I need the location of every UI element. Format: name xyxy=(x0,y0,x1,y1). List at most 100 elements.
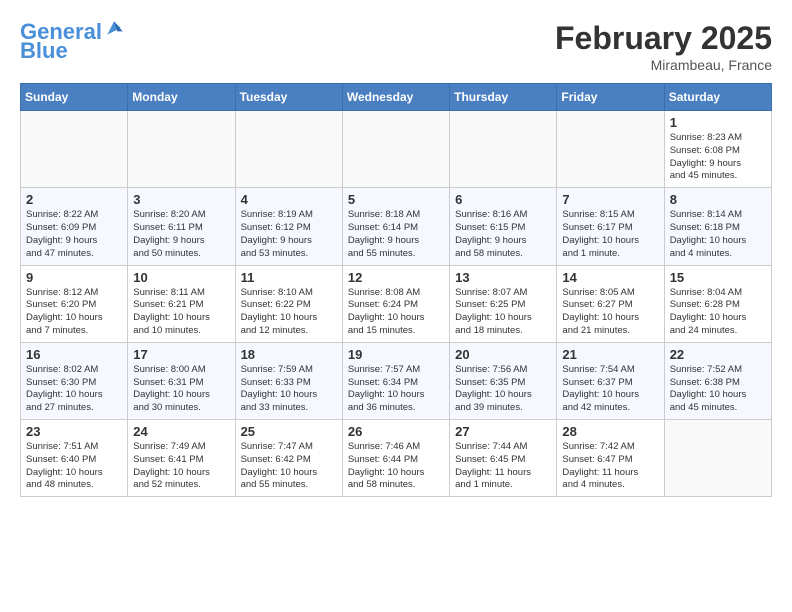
calendar-table: SundayMondayTuesdayWednesdayThursdayFrid… xyxy=(20,83,772,497)
day-number: 26 xyxy=(348,424,444,439)
day-info: Sunrise: 7:56 AM Sunset: 6:35 PM Dayligh… xyxy=(455,364,551,415)
day-number: 25 xyxy=(241,424,337,439)
day-number: 18 xyxy=(241,347,337,362)
day-number: 23 xyxy=(26,424,122,439)
day-number: 28 xyxy=(562,424,658,439)
week-row-5: 23 Sunrise: 7:51 AM Sunset: 6:40 PM Dayli… xyxy=(21,420,772,497)
day-info: Sunrise: 7:46 AM Sunset: 6:44 PM Dayligh… xyxy=(348,441,444,492)
day-cell: 7Sunrise: 8:15 AM Sunset: 6:17 PM Daylig… xyxy=(557,188,664,265)
weekday-header-tuesday: Tuesday xyxy=(235,84,342,111)
day-info: Sunrise: 7:59 AM Sunset: 6:33 PM Dayligh… xyxy=(241,364,337,415)
day-info: Sunrise: 7:51 AM Sunset: 6:40 PM Dayligh… xyxy=(26,441,122,492)
day-cell: 23 Sunrise: 7:51 AM Sunset: 6:40 PM Dayli… xyxy=(21,420,128,497)
day-info: Sunrise: 8:20 AM Sunset: 6:11 PM Dayligh… xyxy=(133,209,229,260)
day-cell xyxy=(21,111,128,188)
day-number: 13 xyxy=(455,270,551,285)
day-cell: 17 Sunrise: 8:00 AM Sunset: 6:31 PM Dayli… xyxy=(128,342,235,419)
day-cell: 10Sunrise: 8:11 AM Sunset: 6:21 PM Dayli… xyxy=(128,265,235,342)
day-cell xyxy=(664,420,771,497)
day-cell: 8 Sunrise: 8:14 AM Sunset: 6:18 PM Daylig… xyxy=(664,188,771,265)
day-info: Sunrise: 8:07 AM Sunset: 6:25 PM Dayligh… xyxy=(455,287,551,338)
day-info: Sunrise: 7:49 AM Sunset: 6:41 PM Dayligh… xyxy=(133,441,229,492)
day-cell: 12 Sunrise: 8:08 AM Sunset: 6:24 PM Dayli… xyxy=(342,265,449,342)
week-row-3: 9 Sunrise: 8:12 AM Sunset: 6:20 PM Daylig… xyxy=(21,265,772,342)
day-cell: 25 Sunrise: 7:47 AM Sunset: 6:42 PM Dayli… xyxy=(235,420,342,497)
day-number: 14 xyxy=(562,270,658,285)
day-number: 16 xyxy=(26,347,122,362)
logo-icon xyxy=(104,18,124,38)
day-info: Sunrise: 7:42 AM Sunset: 6:47 PM Dayligh… xyxy=(562,441,658,492)
week-row-1: 1Sunrise: 8:23 AM Sunset: 6:08 PM Daylig… xyxy=(21,111,772,188)
day-cell: 24 Sunrise: 7:49 AM Sunset: 6:41 PM Dayli… xyxy=(128,420,235,497)
day-number: 8 xyxy=(670,192,766,207)
day-cell xyxy=(128,111,235,188)
day-cell: 28 Sunrise: 7:42 AM Sunset: 6:47 PM Dayli… xyxy=(557,420,664,497)
day-cell: 18 Sunrise: 7:59 AM Sunset: 6:33 PM Dayli… xyxy=(235,342,342,419)
day-cell: 6 Sunrise: 8:16 AM Sunset: 6:15 PM Daylig… xyxy=(450,188,557,265)
day-number: 11 xyxy=(241,270,337,285)
day-cell xyxy=(342,111,449,188)
day-cell: 27Sunrise: 7:44 AM Sunset: 6:45 PM Dayli… xyxy=(450,420,557,497)
day-cell: 14 Sunrise: 8:05 AM Sunset: 6:27 PM Dayli… xyxy=(557,265,664,342)
day-number: 10 xyxy=(133,270,229,285)
day-number: 2 xyxy=(26,192,122,207)
weekday-header-sunday: Sunday xyxy=(21,84,128,111)
day-cell: 3 Sunrise: 8:20 AM Sunset: 6:11 PM Daylig… xyxy=(128,188,235,265)
day-number: 3 xyxy=(133,192,229,207)
day-cell: 16Sunrise: 8:02 AM Sunset: 6:30 PM Dayli… xyxy=(21,342,128,419)
day-number: 17 xyxy=(133,347,229,362)
weekday-header-thursday: Thursday xyxy=(450,84,557,111)
week-row-4: 16Sunrise: 8:02 AM Sunset: 6:30 PM Dayli… xyxy=(21,342,772,419)
day-info: Sunrise: 8:12 AM Sunset: 6:20 PM Dayligh… xyxy=(26,287,122,338)
day-number: 7 xyxy=(562,192,658,207)
day-number: 22 xyxy=(670,347,766,362)
month-title: February 2025 xyxy=(555,20,772,57)
day-number: 24 xyxy=(133,424,229,439)
day-number: 9 xyxy=(26,270,122,285)
title-block: February 2025 Mirambeau, France xyxy=(555,20,772,73)
day-cell: 20 Sunrise: 7:56 AM Sunset: 6:35 PM Dayli… xyxy=(450,342,557,419)
day-cell: 19 Sunrise: 7:57 AM Sunset: 6:34 PM Dayli… xyxy=(342,342,449,419)
day-number: 1 xyxy=(670,115,766,130)
day-cell: 4 Sunrise: 8:19 AM Sunset: 6:12 PM Daylig… xyxy=(235,188,342,265)
day-cell: 21 Sunrise: 7:54 AM Sunset: 6:37 PM Dayli… xyxy=(557,342,664,419)
day-info: Sunrise: 7:44 AM Sunset: 6:45 PM Dayligh… xyxy=(455,441,551,492)
day-number: 6 xyxy=(455,192,551,207)
day-info: Sunrise: 8:05 AM Sunset: 6:27 PM Dayligh… xyxy=(562,287,658,338)
day-info: Sunrise: 8:10 AM Sunset: 6:22 PM Dayligh… xyxy=(241,287,337,338)
day-info: Sunrise: 8:18 AM Sunset: 6:14 PM Dayligh… xyxy=(348,209,444,260)
day-cell: 22 Sunrise: 7:52 AM Sunset: 6:38 PM Dayli… xyxy=(664,342,771,419)
day-info: Sunrise: 8:08 AM Sunset: 6:24 PM Dayligh… xyxy=(348,287,444,338)
logo: General Blue xyxy=(20,20,124,64)
week-row-2: 2Sunrise: 8:22 AM Sunset: 6:09 PM Daylig… xyxy=(21,188,772,265)
day-info: Sunrise: 7:54 AM Sunset: 6:37 PM Dayligh… xyxy=(562,364,658,415)
day-number: 5 xyxy=(348,192,444,207)
day-cell: 1Sunrise: 8:23 AM Sunset: 6:08 PM Daylig… xyxy=(664,111,771,188)
day-info: Sunrise: 7:47 AM Sunset: 6:42 PM Dayligh… xyxy=(241,441,337,492)
day-info: Sunrise: 8:19 AM Sunset: 6:12 PM Dayligh… xyxy=(241,209,337,260)
day-info: Sunrise: 7:52 AM Sunset: 6:38 PM Dayligh… xyxy=(670,364,766,415)
weekday-header-row: SundayMondayTuesdayWednesdayThursdayFrid… xyxy=(21,84,772,111)
day-info: Sunrise: 8:14 AM Sunset: 6:18 PM Dayligh… xyxy=(670,209,766,260)
day-cell: 13 Sunrise: 8:07 AM Sunset: 6:25 PM Dayli… xyxy=(450,265,557,342)
weekday-header-wednesday: Wednesday xyxy=(342,84,449,111)
weekday-header-friday: Friday xyxy=(557,84,664,111)
day-number: 20 xyxy=(455,347,551,362)
weekday-header-monday: Monday xyxy=(128,84,235,111)
day-cell: 9 Sunrise: 8:12 AM Sunset: 6:20 PM Daylig… xyxy=(21,265,128,342)
day-number: 21 xyxy=(562,347,658,362)
day-info: Sunrise: 8:00 AM Sunset: 6:31 PM Dayligh… xyxy=(133,364,229,415)
day-number: 19 xyxy=(348,347,444,362)
location: Mirambeau, France xyxy=(555,57,772,73)
day-cell: 15Sunrise: 8:04 AM Sunset: 6:28 PM Dayli… xyxy=(664,265,771,342)
day-info: Sunrise: 8:04 AM Sunset: 6:28 PM Dayligh… xyxy=(670,287,766,338)
day-cell: 26 Sunrise: 7:46 AM Sunset: 6:44 PM Dayli… xyxy=(342,420,449,497)
day-cell xyxy=(235,111,342,188)
day-info: Sunrise: 8:16 AM Sunset: 6:15 PM Dayligh… xyxy=(455,209,551,260)
weekday-header-saturday: Saturday xyxy=(664,84,771,111)
day-number: 12 xyxy=(348,270,444,285)
day-info: Sunrise: 7:57 AM Sunset: 6:34 PM Dayligh… xyxy=(348,364,444,415)
page-header: General Blue February 2025 Mirambeau, Fr… xyxy=(20,20,772,73)
day-cell: 2Sunrise: 8:22 AM Sunset: 6:09 PM Daylig… xyxy=(21,188,128,265)
day-number: 4 xyxy=(241,192,337,207)
